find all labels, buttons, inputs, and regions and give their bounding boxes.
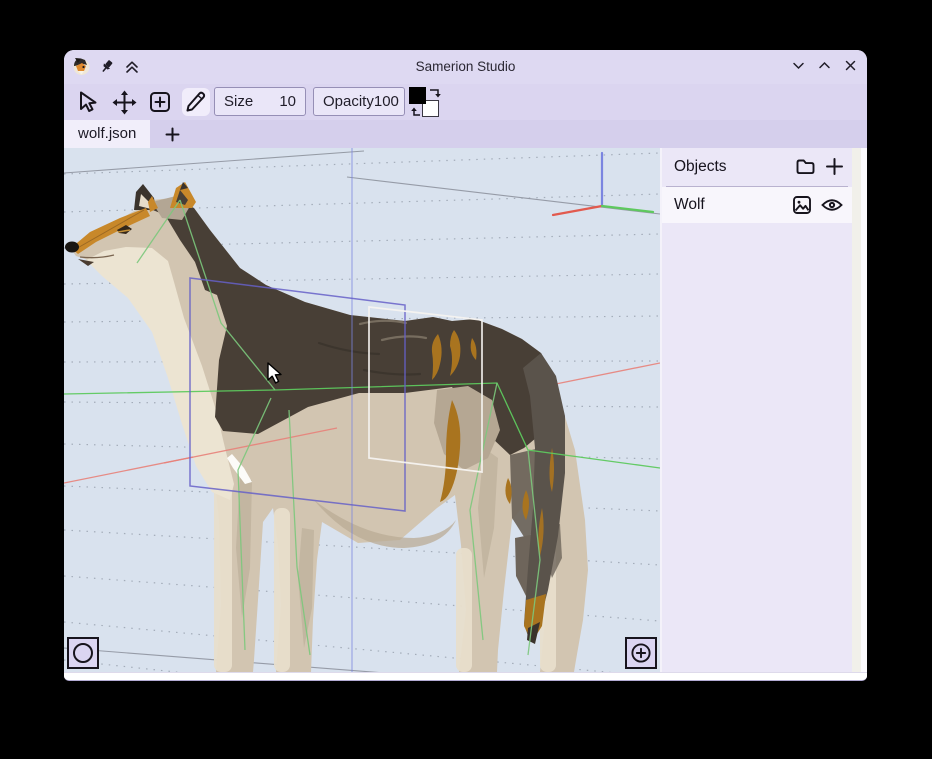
object-label: Wolf: [674, 187, 705, 223]
add-object-button[interactable]: [825, 156, 844, 177]
objects-panel-header: Objects: [662, 148, 852, 186]
new-tab-button[interactable]: [162, 124, 182, 144]
visibility-eye-icon: [820, 194, 844, 216]
size-label: Size: [224, 93, 253, 110]
panel-right-margin: [861, 148, 867, 672]
gizmo-y-axis: [602, 206, 653, 212]
opacity-label: Opacity: [323, 93, 374, 110]
circle-icon: [72, 642, 94, 664]
wolf-nose: [65, 242, 79, 253]
axis-gizmo: [553, 153, 653, 215]
tab-label: wolf.json: [78, 125, 136, 142]
tab-wolf-json[interactable]: wolf.json: [64, 120, 150, 148]
objects-panel: Objects Wolf: [662, 148, 852, 672]
viewport-canvas[interactable]: [64, 148, 660, 672]
size-value: 10: [279, 93, 296, 110]
opacity-field[interactable]: Opacity 100: [313, 87, 405, 116]
visibility-button[interactable]: [820, 194, 844, 216]
folder-icon: [795, 156, 816, 177]
image-icon: [791, 194, 813, 216]
app-window: Samerion Studio: [64, 50, 867, 681]
toolbar: Size 10 Opacity 100: [64, 84, 867, 120]
titlebar[interactable]: Samerion Studio: [64, 50, 867, 84]
size-field[interactable]: Size 10: [214, 87, 306, 116]
move-cross-icon: [112, 90, 137, 115]
window-title: Samerion Studio: [64, 50, 867, 84]
add-frame-tool-button[interactable]: [146, 88, 174, 116]
opacity-value: 100: [374, 93, 399, 110]
desktop: { "window": { "title": "Samerion Studio"…: [0, 0, 932, 759]
object-row-wolf[interactable]: Wolf: [662, 187, 852, 223]
pencil-icon: [184, 90, 208, 114]
zoom-plus-icon: [630, 642, 652, 664]
foreground-color-swatch[interactable]: [409, 87, 426, 104]
plus-box-icon: [149, 91, 171, 113]
image-button[interactable]: [791, 194, 813, 216]
gizmo-x-axis: [553, 206, 602, 215]
draw-tool-button[interactable]: [182, 88, 210, 116]
objects-panel-title: Objects: [674, 148, 727, 186]
wolf-illustration: [65, 182, 588, 672]
plus-icon: [165, 127, 180, 142]
move-tool-button[interactable]: [110, 88, 138, 116]
minimize-button[interactable]: [792, 59, 805, 72]
bottom-status-strip: [64, 672, 867, 681]
panel-scrollbar[interactable]: [852, 148, 861, 672]
viewport[interactable]: [64, 148, 660, 672]
color-selector[interactable]: [408, 86, 448, 118]
zoom-in-button[interactable]: [625, 637, 657, 669]
cursor-arrow-icon: [77, 90, 99, 114]
folder-button[interactable]: [795, 156, 816, 177]
maximize-button[interactable]: [818, 59, 831, 72]
close-button[interactable]: [844, 59, 857, 72]
add-object-icon: [825, 157, 844, 176]
select-tool-button[interactable]: [74, 88, 102, 116]
tab-bar: wolf.json: [64, 120, 867, 148]
circle-tool-button[interactable]: [67, 637, 99, 669]
